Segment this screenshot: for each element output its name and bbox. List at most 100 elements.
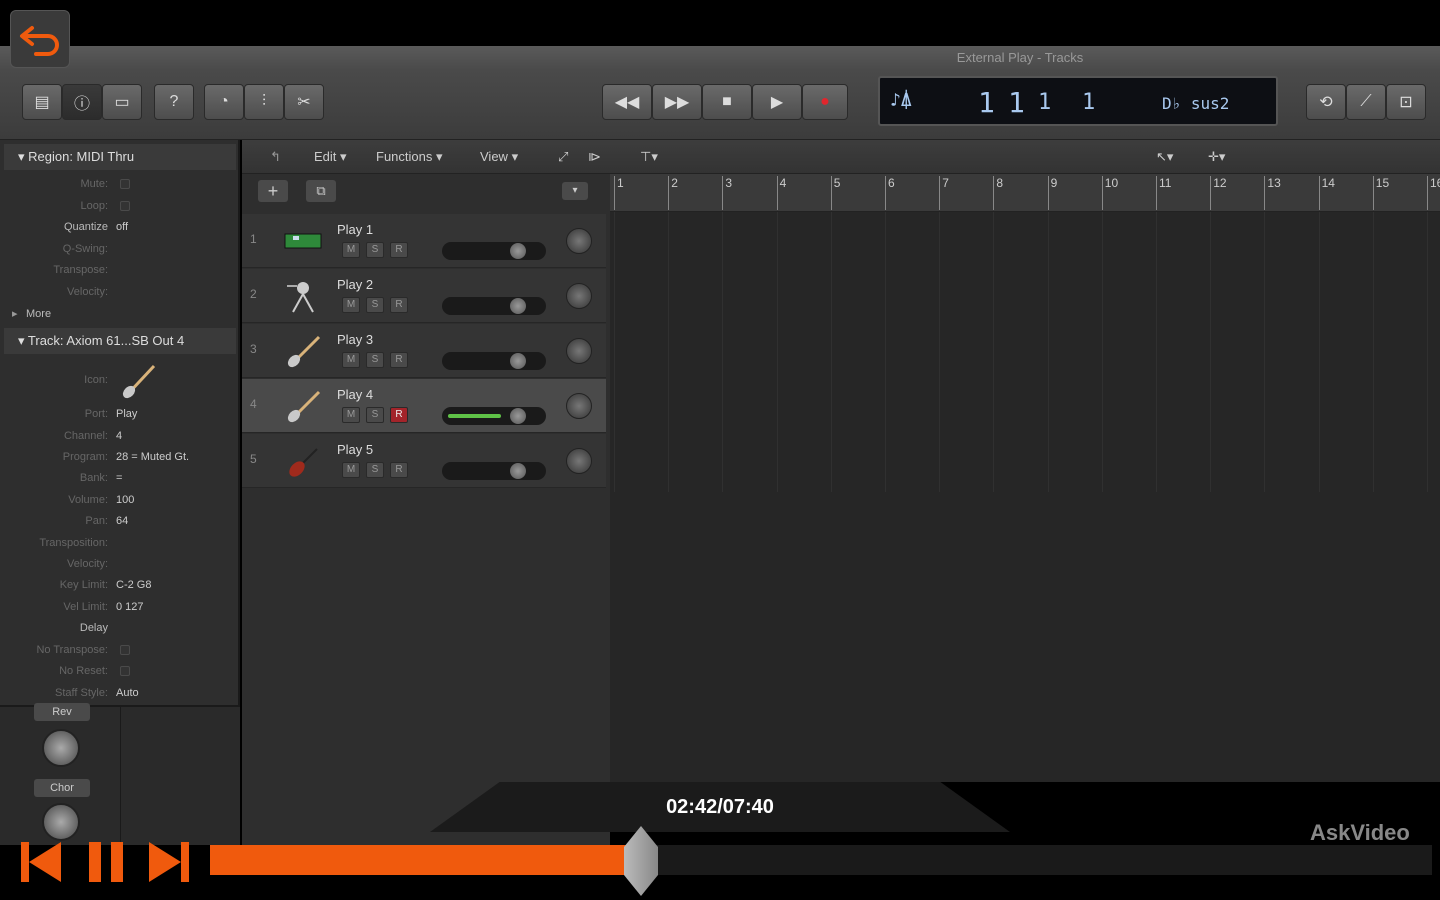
progress-scrubber[interactable] <box>624 826 658 896</box>
track-row[interactable]: Velocity: <box>4 554 236 574</box>
library-icon[interactable]: ▤ <box>22 84 62 120</box>
track-row[interactable]: Key Limit: C-2 G8 <box>4 575 236 595</box>
solo-icon[interactable]: ⊡ <box>1386 84 1426 120</box>
solo-button[interactable]: S <box>366 297 384 313</box>
track-header[interactable]: ▾ Track: Axiom 61...SB Out 4 <box>4 328 236 354</box>
pencil-tool-icon[interactable]: ✛▾ <box>1208 149 1225 165</box>
solo-button[interactable]: S <box>366 462 384 478</box>
more-disclosure[interactable]: More ▸ <box>4 304 236 324</box>
track-name[interactable]: Play 4 <box>337 387 373 402</box>
timeline-ruler[interactable]: 12345678910111213141516 <box>610 174 1440 212</box>
filter-icon[interactable]: ⊤▾ <box>640 149 658 165</box>
rev-knob[interactable] <box>42 729 80 767</box>
record-enable-button[interactable]: R <box>390 242 408 258</box>
pan-knob[interactable] <box>566 283 592 309</box>
fader-knob[interactable] <box>510 243 526 259</box>
fast-forward-icon[interactable]: ▶▶ <box>652 84 702 120</box>
track-row[interactable]: Staff Style: Auto <box>4 683 236 703</box>
track-name[interactable]: Play 3 <box>337 332 373 347</box>
volume-fader[interactable] <box>442 242 546 260</box>
track-name[interactable]: Play 5 <box>337 442 373 457</box>
mute-button[interactable]: M <box>342 407 360 423</box>
record-enable-button[interactable]: R <box>390 462 408 478</box>
track-row[interactable]: Delay <box>4 618 236 638</box>
track-row[interactable]: Transposition: <box>4 533 236 553</box>
region-row[interactable]: Q-Swing: <box>4 239 236 259</box>
back-icon[interactable]: ↰ <box>270 149 281 165</box>
volume-fader[interactable] <box>442 297 546 315</box>
checkbox[interactable] <box>120 666 130 676</box>
stop-icon[interactable]: ■ <box>702 84 752 120</box>
play-icon[interactable]: ▶ <box>752 84 802 120</box>
rewind-icon[interactable]: ◀◀ <box>602 84 652 120</box>
mixer-icon[interactable]: ⫶ <box>244 84 284 120</box>
volume-fader[interactable] <box>442 407 546 425</box>
track-name[interactable]: Play 2 <box>337 277 373 292</box>
back-button[interactable] <box>10 10 70 68</box>
fader-knob[interactable] <box>510 463 526 479</box>
track-row[interactable]: Vel Limit: 0 127 <box>4 597 236 617</box>
pause-button[interactable] <box>78 836 134 888</box>
track-row[interactable]: Port: Play <box>4 404 236 424</box>
add-track-button[interactable]: + <box>258 180 288 202</box>
tuner-icon[interactable]: ⟋ <box>1346 84 1386 120</box>
checkbox[interactable] <box>120 179 130 189</box>
track-options-button[interactable]: ▾ <box>562 182 588 200</box>
track-row[interactable]: Channel: 4 <box>4 426 236 446</box>
track-name[interactable]: Play 1 <box>337 222 373 237</box>
cycle-icon[interactable]: ⟲ <box>1306 84 1346 120</box>
region-row[interactable]: Mute: <box>4 174 236 194</box>
mute-button[interactable]: M <box>342 242 360 258</box>
help-icon[interactable]: ? <box>154 84 194 120</box>
global-tracks-icon[interactable]: ⧉ <box>306 180 336 202</box>
track-row[interactable]: 4 Play 4 M S R <box>242 379 606 433</box>
view-menu[interactable]: View ▾ <box>480 149 518 165</box>
region-row[interactable]: Velocity: <box>4 282 236 302</box>
volume-fader[interactable] <box>442 462 546 480</box>
track-row[interactable]: Program: 28 = Muted Gt. <box>4 447 236 467</box>
volume-fader[interactable] <box>442 352 546 370</box>
toolbar-icon[interactable]: ▭ <box>102 84 142 120</box>
fader-knob[interactable] <box>510 298 526 314</box>
mute-button[interactable]: M <box>342 297 360 313</box>
fader-knob[interactable] <box>510 408 526 424</box>
track-row[interactable]: Bank: = <box>4 468 236 488</box>
record-enable-button[interactable]: R <box>390 297 408 313</box>
lcd-display[interactable]: ♪⍋ 1 1 1 1 D♭ sus2 <box>878 76 1278 126</box>
edit-menu[interactable]: Edit ▾ <box>314 149 347 165</box>
track-row[interactable]: No Reset: <box>4 661 236 681</box>
fader-knob[interactable] <box>510 353 526 369</box>
record-enable-button[interactable]: R <box>390 407 408 423</box>
solo-button[interactable]: S <box>366 407 384 423</box>
pointer-tool-icon[interactable]: ↖▾ <box>1156 149 1173 165</box>
smart-controls-icon[interactable]: ◔ <box>204 84 244 120</box>
mute-button[interactable]: M <box>342 352 360 368</box>
checkbox[interactable] <box>120 645 130 655</box>
track-row[interactable]: 5 Play 5 M S R <box>242 434 606 488</box>
next-button[interactable] <box>142 836 198 888</box>
link-icon[interactable]: ⧐ <box>588 149 601 165</box>
region-header[interactable]: ▾ Region: MIDI Thru <box>4 144 236 170</box>
track-row[interactable]: 3 Play 3 M S R <box>242 324 606 378</box>
catch-icon[interactable]: ⤢ <box>558 149 568 165</box>
track-row[interactable]: Volume: 100 <box>4 490 236 510</box>
record-enable-button[interactable]: R <box>390 352 408 368</box>
track-row[interactable]: 1 Play 1 M S R <box>242 214 606 268</box>
region-row[interactable]: Quantize off <box>4 217 236 237</box>
solo-button[interactable]: S <box>366 352 384 368</box>
pan-knob[interactable] <box>566 448 592 474</box>
solo-button[interactable]: S <box>366 242 384 258</box>
previous-button[interactable] <box>12 836 68 888</box>
tracks-timeline[interactable] <box>610 212 1440 782</box>
functions-menu[interactable]: Functions ▾ <box>376 149 443 165</box>
region-row[interactable]: Loop: <box>4 196 236 216</box>
region-row[interactable]: Transpose: <box>4 260 236 280</box>
track-row[interactable]: 2 Play 2 M S R <box>242 269 606 323</box>
editors-icon[interactable]: ✂ <box>284 84 324 120</box>
pan-knob[interactable] <box>566 393 592 419</box>
inspector-icon[interactable]: ⓘ <box>62 84 102 120</box>
track-row[interactable]: No Transpose: <box>4 640 236 660</box>
track-row[interactable]: Pan: 64 <box>4 511 236 531</box>
checkbox[interactable] <box>120 200 130 211</box>
mute-button[interactable]: M <box>342 462 360 478</box>
